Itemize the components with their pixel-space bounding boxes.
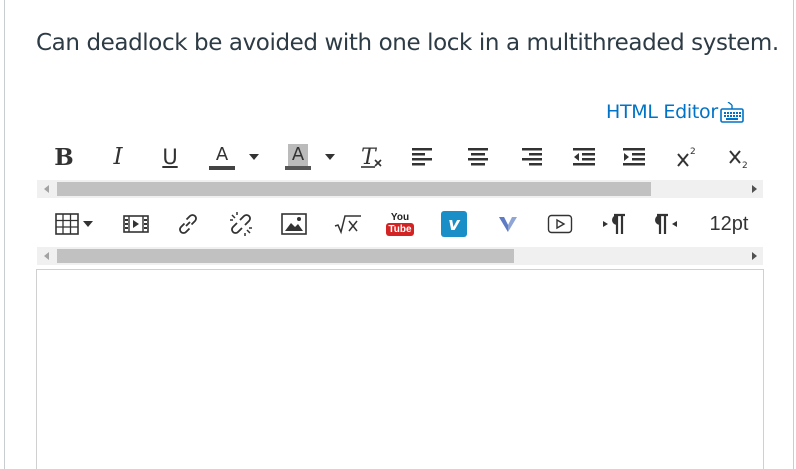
align-left-button[interactable] (408, 142, 436, 172)
indent-icon (623, 148, 645, 166)
ltr-paragraph-button[interactable] (600, 209, 630, 239)
subscript-icon: 2 (729, 150, 748, 170)
scroll-left-button[interactable] (37, 180, 55, 198)
insert-toolbar: You Tube v 12pt (40, 207, 764, 241)
bold-button[interactable]: B (52, 142, 76, 172)
youtube-icon: You Tube (386, 211, 414, 237)
align-right-icon (522, 148, 542, 166)
link-button[interactable] (174, 209, 202, 239)
chevron-down-icon (83, 221, 93, 227)
external-tool-button[interactable] (494, 209, 522, 239)
vimeo-icon: v (441, 211, 467, 237)
scroll-right-button[interactable] (745, 247, 763, 265)
italic-icon: I (113, 144, 123, 170)
image-button[interactable] (280, 209, 308, 239)
align-right-button[interactable] (518, 142, 546, 172)
underline-icon: U (162, 145, 178, 169)
arrow-right-icon (751, 185, 757, 193)
font-size-value: 12pt (709, 212, 749, 235)
film-icon (123, 215, 149, 233)
toolbar1-scrollbar[interactable] (37, 180, 763, 198)
rich-text-editor-body[interactable] (36, 269, 764, 469)
unlink-button[interactable] (226, 209, 256, 239)
bold-icon: B (54, 143, 74, 171)
clear-formatting-icon: T (361, 145, 382, 170)
youtube-button[interactable]: You Tube (386, 209, 414, 239)
play-icon (547, 214, 573, 234)
image-icon (281, 213, 307, 235)
scroll-left-button[interactable] (37, 247, 55, 265)
v-logo-icon (499, 217, 517, 232)
chevron-down-icon (325, 154, 335, 160)
chevron-down-icon (249, 154, 259, 160)
superscript-icon: 2 (677, 147, 696, 167)
indent-button[interactable] (620, 142, 648, 172)
arrow-left-icon (43, 185, 49, 193)
align-left-icon (412, 148, 432, 166)
equation-button[interactable] (334, 209, 362, 239)
rtl-paragraph-button[interactable] (652, 209, 682, 239)
video-player-button[interactable] (546, 209, 574, 239)
align-center-icon (468, 148, 488, 166)
background-color-button[interactable]: A (278, 142, 342, 172)
vimeo-button[interactable]: v (440, 209, 468, 239)
scroll-thumb[interactable] (57, 249, 514, 263)
link-icon (179, 214, 197, 234)
outdent-button[interactable] (570, 142, 598, 172)
underline-button[interactable]: U (158, 142, 182, 172)
italic-button[interactable]: I (106, 142, 130, 172)
arrow-right-icon (751, 252, 757, 260)
table-icon (55, 213, 79, 235)
scroll-thumb[interactable] (57, 182, 651, 196)
unlink-icon (230, 212, 252, 236)
formatting-toolbar: B I U A A T 2 2 (40, 140, 764, 174)
arrow-left-icon (43, 252, 49, 260)
svg-text:2: 2 (742, 161, 748, 170)
square-root-icon (334, 215, 361, 235)
html-editor-label: HTML Editor (606, 101, 718, 123)
font-size-select[interactable]: 12pt (704, 209, 754, 239)
keyboard-icon (719, 101, 745, 123)
media-button[interactable] (122, 209, 150, 239)
text-color-icon: A (209, 144, 235, 170)
text-color-button[interactable]: A (204, 142, 264, 172)
clear-formatting-button[interactable]: T (358, 142, 386, 172)
outdent-icon (573, 148, 595, 166)
superscript-button[interactable]: 2 (674, 142, 702, 172)
background-color-icon: A (285, 144, 311, 170)
svg-text:2: 2 (690, 147, 696, 157)
html-editor-link[interactable]: HTML Editor (606, 101, 745, 123)
paragraph-rtl-icon (655, 213, 677, 234)
subscript-button[interactable]: 2 (726, 142, 754, 172)
question-text: Can deadlock be avoided with one lock in… (36, 30, 779, 56)
scroll-right-button[interactable] (745, 180, 763, 198)
toolbar2-scrollbar[interactable] (37, 247, 763, 265)
paragraph-ltr-icon (603, 213, 625, 234)
table-button[interactable] (50, 209, 98, 239)
align-center-button[interactable] (464, 142, 492, 172)
